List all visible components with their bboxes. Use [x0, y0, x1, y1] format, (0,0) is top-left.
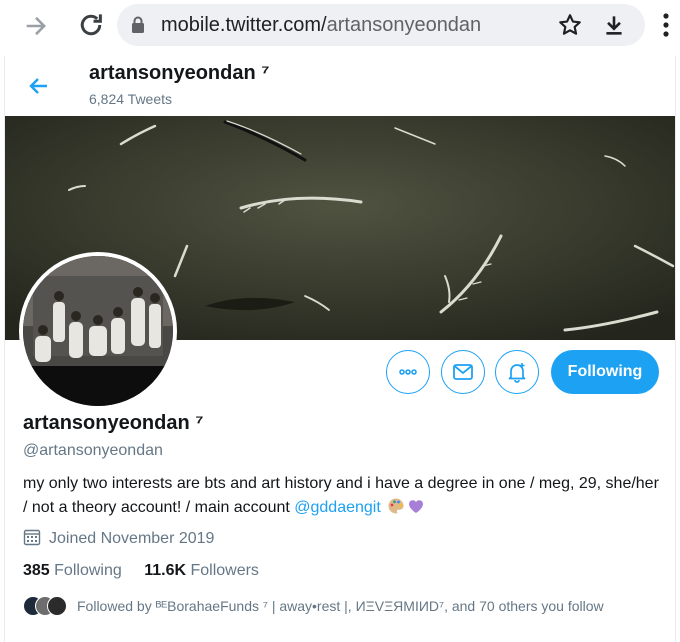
download-icon[interactable]: [601, 12, 627, 38]
calendar-icon: [23, 528, 41, 546]
following-button[interactable]: Following: [551, 350, 659, 394]
url-host: mobile.twitter.com/: [161, 14, 327, 36]
follower-avatar: [47, 596, 67, 616]
more-options-button[interactable]: [386, 350, 430, 394]
back-arrow-icon[interactable]: [27, 74, 51, 98]
notification-bell-icon: [508, 363, 526, 383]
join-date: Joined November 2019: [23, 528, 214, 548]
star-icon[interactable]: [557, 12, 583, 38]
profile-header-bar: artansonyeondan ⁷ 6,824 Tweets: [5, 56, 675, 116]
following-stat-link[interactable]: 385 Following: [23, 562, 122, 580]
followed-by-row[interactable]: Followed by ᴮᴱBorahaeFunds ⁷ | away•rest…: [23, 596, 604, 616]
follower-avatars: [23, 596, 73, 616]
profile-display-name: artansonyeondan ⁷: [23, 412, 204, 434]
follow-stats: 385 Following 11.6K Followers: [23, 562, 277, 580]
followers-label: Followers: [190, 562, 259, 579]
notifications-button[interactable]: [495, 350, 539, 394]
tweet-count: 6,824 Tweets: [89, 91, 173, 107]
forward-arrow-icon[interactable]: [22, 12, 50, 40]
reload-icon[interactable]: [76, 10, 106, 40]
header-display-name: artansonyeondan ⁷: [89, 62, 270, 84]
message-button[interactable]: [441, 350, 485, 394]
browser-toolbar: mobile.twitter.com/artansonyeondan: [0, 0, 680, 52]
profile-avatar[interactable]: [19, 252, 177, 410]
join-date-text: Joined November 2019: [49, 530, 215, 547]
message-icon: [453, 364, 473, 380]
profile-handle: @artansonyeondan: [23, 442, 163, 459]
overflow-menu-icon[interactable]: [656, 10, 676, 40]
lock-icon: [131, 16, 145, 34]
bio-mention-link[interactable]: @gddaengit: [294, 499, 381, 516]
url-path: artansonyeondan: [326, 14, 482, 36]
more-icon: [399, 369, 417, 375]
followed-by-text: Followed by ᴮᴱBorahaeFunds ⁷ | away•rest…: [77, 598, 604, 614]
palette-emoji: [387, 497, 405, 515]
followers-count: 11.6K: [144, 562, 187, 579]
profile-page: artansonyeondan ⁷ 6,824 Tweets Following…: [4, 56, 676, 642]
followers-stat-link[interactable]: 11.6K Followers: [144, 562, 259, 580]
address-bar[interactable]: mobile.twitter.com/artansonyeondan: [117, 4, 645, 46]
following-count: 385: [23, 562, 50, 579]
following-label: Following: [54, 562, 122, 579]
purple-heart-emoji: [407, 497, 425, 515]
url-text: mobile.twitter.com/artansonyeondan: [161, 14, 481, 37]
profile-bio: my only two interests are bts and art hi…: [23, 472, 663, 520]
